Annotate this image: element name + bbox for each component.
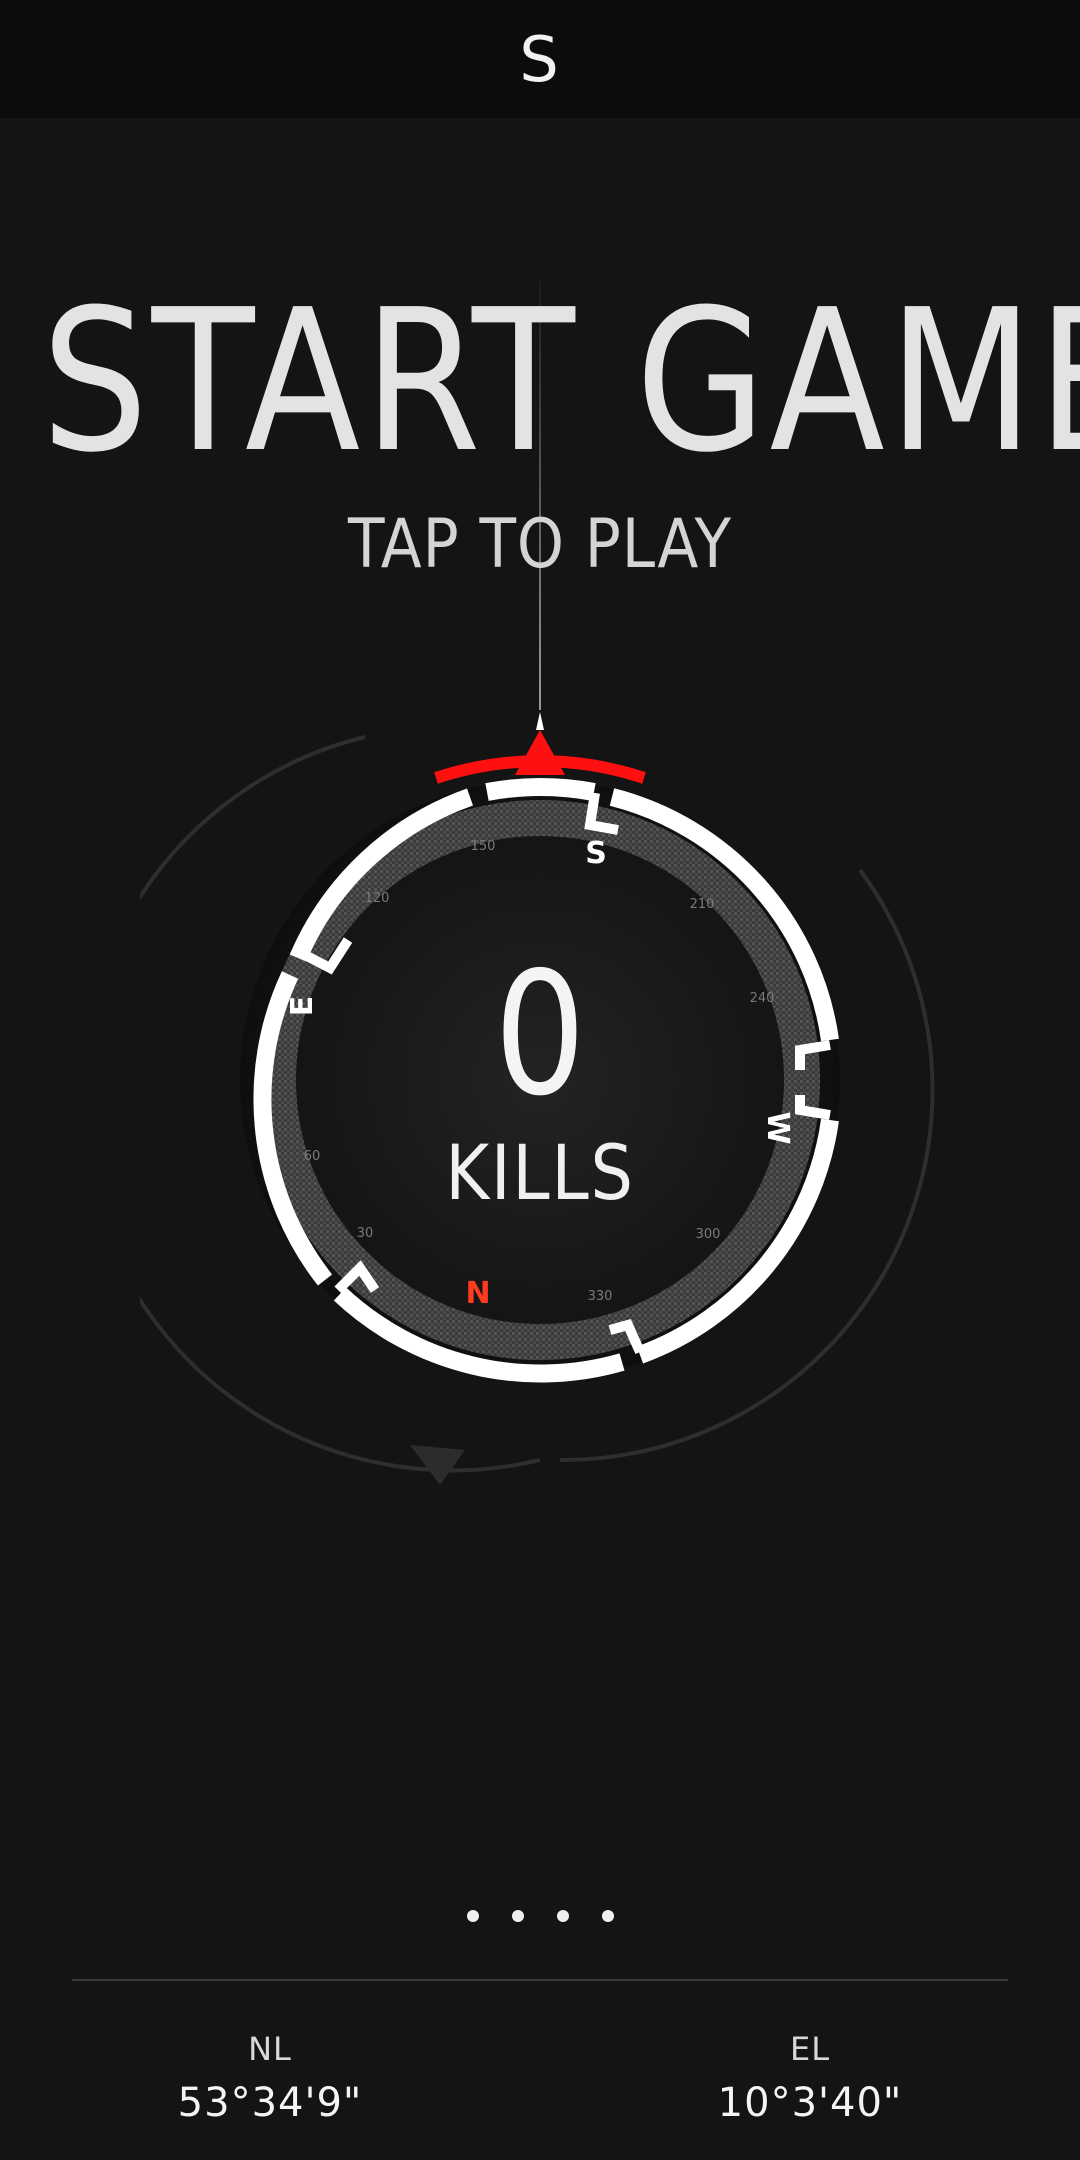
degree-label-330: 330 — [588, 1289, 613, 1304]
footer-divider — [72, 1979, 1008, 1981]
heading-pointer-triangle — [515, 730, 565, 775]
heading-bar: S — [0, 0, 1080, 118]
longitude-label: EL — [789, 2030, 831, 2068]
cardinal-n: N — [465, 1276, 490, 1311]
longitude-readout: EL 10°3'40" — [660, 2030, 960, 2126]
degree-label-150: 150 — [471, 839, 496, 854]
longitude-value: 10°3'40" — [717, 2080, 903, 2126]
page-dot-1[interactable] — [466, 1910, 479, 1922]
degree-label-210: 210 — [690, 897, 715, 912]
cardinal-s: S — [585, 836, 607, 871]
outer-arc-marker — [410, 1445, 465, 1485]
page-dot-2[interactable] — [511, 1910, 524, 1922]
page-indicator[interactable] — [0, 1910, 1080, 1922]
degree-label-30: 30 — [357, 1226, 374, 1241]
kills-count: 0 — [494, 936, 586, 1134]
start-game-title[interactable]: START GAME — [41, 282, 1080, 482]
latitude-value: 53°34'9" — [177, 2080, 363, 2126]
game-screen[interactable]: S START GAME TAP TO PLAY 150 120 210 240… — [0, 0, 1080, 2160]
tap-to-play-label[interactable]: TAP TO PLAY — [65, 505, 1015, 584]
heading-direction: S — [519, 22, 561, 96]
latitude-label: NL — [248, 2030, 292, 2068]
degree-label-120: 120 — [365, 891, 390, 906]
kills-label: KILLS — [445, 1128, 635, 1217]
page-dot-4[interactable] — [601, 1910, 614, 1922]
latitude-readout: NL 53°34'9" — [120, 2030, 420, 2126]
degree-label-300: 300 — [696, 1227, 721, 1242]
ring-segment-2 — [485, 778, 596, 801]
page-dot-3[interactable] — [556, 1910, 569, 1922]
